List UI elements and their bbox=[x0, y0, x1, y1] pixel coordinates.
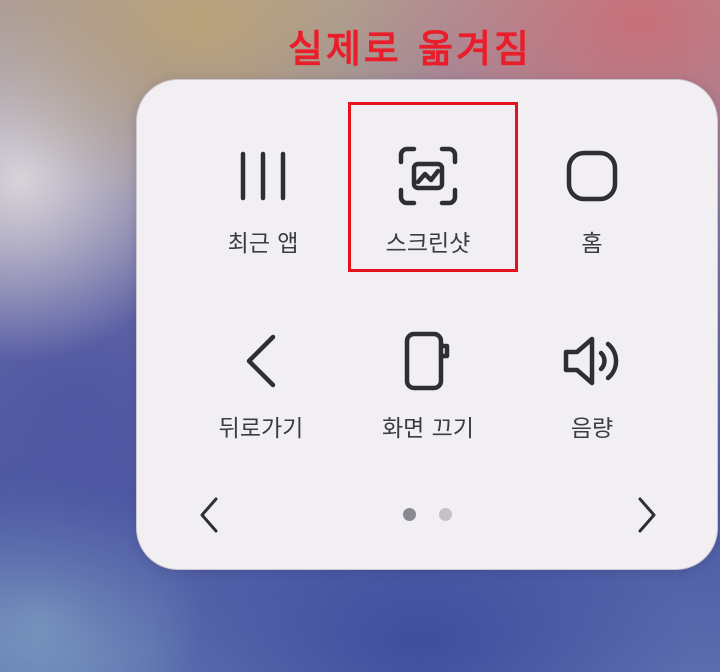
page-dot-inactive[interactable] bbox=[439, 508, 452, 521]
chevron-right-icon bbox=[638, 497, 656, 533]
menu-item-screenshot[interactable]: 스크린샷 bbox=[353, 141, 503, 281]
menu-item-volume[interactable]: 음량 bbox=[517, 326, 667, 466]
recent-apps-icon bbox=[228, 141, 298, 211]
menu-item-label: 음량 bbox=[570, 416, 614, 442]
previous-page-button[interactable] bbox=[189, 490, 229, 540]
menu-item-label: 화면 끄기 bbox=[382, 416, 474, 442]
screenshot-icon bbox=[393, 141, 463, 211]
menu-item-label: 최근 앱 bbox=[227, 231, 299, 257]
page-dot-active[interactable] bbox=[403, 508, 416, 521]
annotation-title: 실제로 옮겨짐 bbox=[288, 27, 532, 71]
menu-item-back[interactable]: 뒤로가기 bbox=[186, 326, 336, 466]
next-page-button[interactable] bbox=[627, 490, 667, 540]
chevron-left-icon bbox=[200, 497, 218, 533]
screen-off-icon bbox=[393, 326, 463, 396]
volume-icon bbox=[557, 326, 627, 396]
menu-item-recent-apps[interactable]: 최근 앱 bbox=[188, 141, 338, 281]
menu-item-label: 스크린샷 bbox=[385, 231, 471, 257]
back-icon bbox=[226, 326, 296, 396]
home-icon bbox=[557, 141, 627, 211]
menu-item-screen-off[interactable]: 화면 끄기 bbox=[353, 326, 503, 466]
menu-item-label: 뒤로가기 bbox=[218, 416, 304, 442]
menu-item-label: 홈 bbox=[581, 231, 603, 257]
menu-item-home[interactable]: 홈 bbox=[517, 141, 667, 281]
